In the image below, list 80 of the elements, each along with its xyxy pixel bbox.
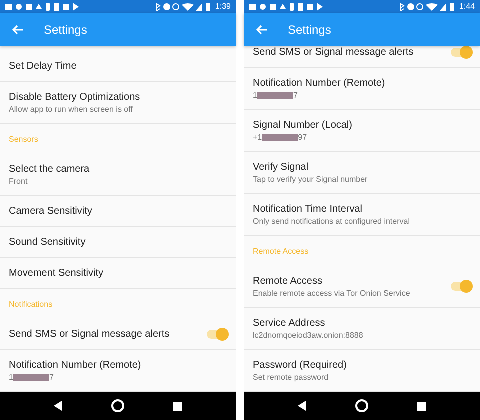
item-title: Send SMS or Signal message alerts (253, 46, 415, 58)
settings-item[interactable]: Set Delay Time (0, 51, 236, 82)
item-title: Notification Number (Remote) (253, 78, 386, 88)
settings-item[interactable]: Remote Access Enable remote access via Tor Onion Service (244, 266, 480, 308)
triangle-icon (36, 4, 42, 8)
redaction-bar (262, 134, 298, 140)
home-icon[interactable] (355, 399, 369, 413)
redaction-bar (257, 92, 294, 98)
alarm-icon (172, 3, 180, 10)
item-title: Sound Sensitivity (9, 236, 87, 248)
settings-item[interactable]: Notification Number (Remote) 1 7 (244, 68, 480, 110)
item-title: Disable Battery Optimizations (9, 92, 142, 102)
play-store-icon (73, 2, 79, 10)
bluetooth-icon (400, 2, 406, 10)
clock-time: 1:39 (215, 2, 231, 11)
number-end: 97 (298, 132, 308, 142)
settings-item[interactable]: Disable Battery Optimizations Allow app to run when screen is off (0, 82, 236, 124)
item-title: Verify Signal (253, 162, 310, 172)
redaction-bar (13, 374, 50, 380)
settings-item[interactable]: Send SMS or Signal message alerts (0, 319, 236, 350)
square-icon (307, 4, 313, 10)
overview-icon[interactable] (173, 402, 182, 410)
do-not-disturb-icon (408, 3, 415, 10)
number-start: 1 (9, 372, 14, 382)
back-arrow-icon[interactable] (256, 24, 268, 34)
section-header: Remote Access (252, 246, 310, 258)
battery-icon (206, 2, 210, 10)
settings-item[interactable]: Signal Number (Local) +1 97 (244, 110, 480, 152)
item-summary: Only send notifications at configured interval (253, 216, 411, 226)
item-title: Select the camera (9, 164, 91, 174)
alarm-icon (416, 3, 424, 10)
item-summary: Allow app to run when screen is off (9, 104, 134, 114)
toggle-switch[interactable] (451, 282, 471, 291)
item-title: Movement Sensitivity (9, 268, 104, 278)
item-title: Password (Required) (253, 360, 348, 370)
do-not-disturb-icon (164, 3, 171, 10)
item-title: Notification Time Interval (253, 204, 364, 214)
item-summary: Enable remote access via Tor Onion Service (253, 288, 412, 298)
settings-item[interactable]: Send SMS or Signal message alerts (244, 46, 480, 68)
clock-time: 1:44 (459, 2, 475, 11)
item-summary: Front (9, 176, 29, 186)
settings-item[interactable]: Movement Sensitivity (0, 258, 236, 289)
triangle-icon (280, 4, 286, 8)
settings-item[interactable]: Verify Signal Tap to verify your Signal number (244, 152, 480, 194)
back-icon[interactable] (298, 401, 307, 411)
settings-item[interactable]: Camera Sensitivity (0, 196, 236, 227)
section-header: Notifications (8, 298, 54, 310)
dot-icon (260, 4, 266, 10)
settings-item[interactable]: Service Address lc2dnomqoeiod3aw.onion:8888 (244, 308, 480, 350)
settings-item[interactable]: Notification Time Interval Only send notifications at configured interval (244, 194, 480, 236)
number-start: 1 (253, 90, 258, 100)
item-title: Send SMS or Signal message alerts (9, 328, 171, 340)
battery-icon (450, 2, 454, 10)
back-arrow-icon[interactable] (12, 24, 24, 34)
number-end: 7 (49, 372, 54, 382)
back-icon[interactable] (54, 401, 63, 411)
item-title: Service Address (253, 318, 326, 328)
bluetooth-icon (156, 2, 162, 10)
play-store-icon (317, 2, 323, 10)
number-end: 7 (293, 90, 298, 100)
screen-title: Settings (44, 22, 88, 36)
screen-title: Settings (288, 22, 332, 36)
dot-icon (16, 4, 22, 10)
number-start: +1 (253, 132, 262, 142)
toggle-switch[interactable] (207, 330, 227, 338)
home-icon[interactable] (111, 399, 125, 413)
toggle-switch[interactable] (451, 48, 471, 56)
item-summary: Set remote password (253, 372, 330, 382)
item-title: Camera Sensitivity (9, 206, 94, 216)
settings-item[interactable]: Sound Sensitivity (0, 227, 236, 258)
item-summary: Tap to verify your Signal number (253, 174, 369, 184)
item-summary: lc2dnomqoeiod3aw.onion:8888 (253, 330, 364, 340)
item-title: Signal Number (Local) (253, 120, 354, 130)
square-icon (63, 4, 69, 10)
settings-item[interactable]: Select the camera Front (0, 154, 236, 196)
item-title: Notification Number (Remote) (9, 360, 142, 370)
item-title: Set Delay Time (9, 60, 78, 72)
section-header: Sensors (8, 134, 40, 146)
overview-icon[interactable] (417, 402, 426, 410)
item-title: Remote Access (253, 276, 324, 286)
